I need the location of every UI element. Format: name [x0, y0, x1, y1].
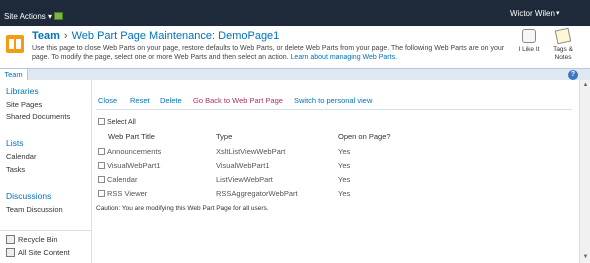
web-part-type: ListViewWebPart — [216, 175, 273, 184]
nav-item-team-discussion[interactable]: Team Discussion — [6, 205, 63, 214]
select-all-row[interactable]: Select All — [98, 118, 136, 126]
web-part-type: RSSAggregatorWebPart — [216, 189, 298, 198]
quick-launch: Libraries Site Pages Shared Documents Li… — [0, 80, 92, 263]
scroll-down-icon[interactable]: ▼ — [581, 253, 590, 262]
web-part-title: Calendar — [107, 175, 138, 184]
user-menu[interactable]: Wictor Wilen — [510, 9, 555, 18]
web-part-title: VisualWebPart1 — [107, 161, 161, 170]
web-part-type: XsltListViewWebPart — [216, 147, 286, 156]
breadcrumb-separator: › — [63, 30, 68, 42]
page-description: Use this page to close Web Parts on your… — [32, 44, 506, 62]
scroll-up-icon[interactable]: ▲ — [581, 81, 590, 90]
tags-notes-button[interactable]: Tags & Notes — [548, 27, 578, 62]
thumbs-up-icon — [522, 29, 536, 43]
caution-message: Caution: You are modifying this Web Part… — [96, 205, 269, 212]
select-all-label: Select All — [107, 119, 136, 126]
site-actions-menu[interactable]: Site Actions ▾ — [4, 12, 52, 21]
tag-icon — [554, 27, 572, 45]
table-row[interactable]: RSS Viewer — [98, 189, 147, 198]
web-part-open: Yes — [338, 147, 351, 156]
row-checkbox[interactable] — [98, 148, 105, 155]
description-text: Use this page to close Web Parts on your… — [32, 45, 505, 61]
nav-item-calendar[interactable]: Calendar — [6, 152, 36, 161]
navigate-up-icon[interactable] — [54, 12, 63, 20]
site-logo-icon — [6, 35, 24, 53]
main-content: Close Reset Delete Go Back to Web Part P… — [92, 80, 590, 263]
select-all-checkbox[interactable] — [98, 118, 105, 125]
table-row[interactable]: Announcements — [98, 147, 161, 156]
nav-heading-libraries[interactable]: Libraries — [6, 86, 39, 96]
column-header-type: Type — [216, 132, 233, 141]
web-part-open: Yes — [338, 161, 351, 170]
nav-heading-discussions[interactable]: Discussions — [6, 191, 51, 201]
breadcrumb: Team › Web Part Page Maintenance: DemoPage… — [32, 30, 279, 42]
column-header-open: Open on Page? — [338, 132, 391, 141]
help-icon[interactable]: ? — [568, 70, 578, 80]
nav-item-tasks[interactable]: Tasks — [6, 165, 25, 174]
web-part-title: RSS Viewer — [107, 189, 148, 198]
row-checkbox[interactable] — [98, 176, 105, 183]
web-part-type: VisualWebPart1 — [216, 161, 270, 170]
row-checkbox[interactable] — [98, 162, 105, 169]
web-part-title: Announcements — [107, 147, 162, 156]
column-header-title: Web Part Title — [108, 132, 155, 141]
vertical-scrollbar[interactable]: ▲ ▼ — [579, 80, 590, 263]
all-site-content-icon — [6, 248, 15, 257]
i-like-it-button[interactable]: I Like It — [512, 29, 546, 53]
delete-button[interactable]: Delete — [160, 96, 182, 105]
table-row[interactable]: VisualWebPart1 — [98, 161, 161, 170]
nav-heading-lists[interactable]: Lists — [6, 138, 23, 148]
nav-item-recycle-bin[interactable]: Recycle Bin — [18, 235, 58, 244]
breadcrumb-site-link[interactable]: Team — [32, 30, 60, 42]
switch-view-button[interactable]: Switch to personal view — [294, 96, 372, 105]
action-toolbar: Close Reset Delete Go Back to Web Part P… — [96, 92, 572, 110]
reset-button[interactable]: Reset — [130, 96, 150, 105]
i-like-it-label: I Like It — [518, 46, 540, 53]
nav-item-shared-documents[interactable]: Shared Documents — [6, 112, 70, 121]
close-button[interactable]: Close — [98, 96, 117, 105]
web-part-open: Yes — [338, 189, 351, 198]
chevron-down-icon[interactable]: ▾ — [556, 9, 560, 17]
top-nav-bar: Team ? — [0, 68, 590, 81]
recycle-bin-icon — [6, 235, 15, 244]
page-title: Web Part Page Maintenance: DemoPage1 — [71, 30, 280, 42]
nav-divider — [0, 230, 92, 231]
web-part-open: Yes — [338, 175, 351, 184]
row-checkbox[interactable] — [98, 190, 105, 197]
learn-more-link[interactable]: Learn about managing Web Parts. — [291, 54, 398, 61]
nav-item-site-pages[interactable]: Site Pages — [6, 100, 42, 109]
tags-notes-label: Tags & Notes — [553, 46, 573, 61]
go-back-button[interactable]: Go Back to Web Part Page — [193, 96, 283, 105]
table-row[interactable]: Calendar — [98, 175, 137, 184]
nav-item-all-site-content[interactable]: All Site Content — [18, 248, 70, 257]
top-ribbon: Site Actions ▾ Wictor Wilen ▾ — [0, 0, 590, 26]
